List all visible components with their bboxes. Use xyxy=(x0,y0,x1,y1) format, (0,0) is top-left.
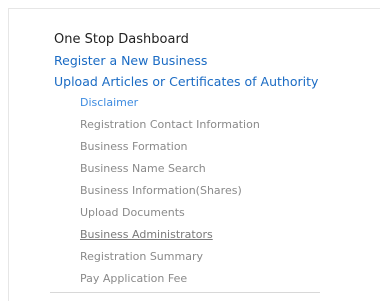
step-disclaimer[interactable]: Disclaimer xyxy=(80,92,318,114)
step-registration-contact-information[interactable]: Registration Contact Information xyxy=(80,114,318,136)
step-item: Upload Documents xyxy=(80,202,318,224)
step-item: Business Administrators xyxy=(80,224,318,246)
nav-item-register: Register a New Business xyxy=(54,50,318,71)
step-business-name-search[interactable]: Business Name Search xyxy=(80,158,318,180)
sidebar-nav: One Stop Dashboard Register a New Busine… xyxy=(54,29,318,290)
upload-articles-link[interactable]: Upload Articles or Certificates of Autho… xyxy=(54,71,318,92)
step-item: Business Name Search xyxy=(80,158,318,180)
step-registration-summary[interactable]: Registration Summary xyxy=(80,246,318,268)
step-item: Business Formation xyxy=(80,136,318,158)
step-item: Business Information(Shares) xyxy=(80,180,318,202)
step-upload-documents[interactable]: Upload Documents xyxy=(80,202,318,224)
nav-item-dashboard: One Stop Dashboard xyxy=(54,29,318,50)
page: One Stop Dashboard Register a New Busine… xyxy=(0,0,380,301)
register-new-business-link[interactable]: Register a New Business xyxy=(54,50,318,71)
divider xyxy=(50,292,320,293)
step-business-administrators[interactable]: Business Administrators xyxy=(80,224,318,246)
nav-item-upload: Upload Articles or Certificates of Autho… xyxy=(54,71,318,290)
step-item: Pay Application Fee xyxy=(80,268,318,290)
dashboard-link[interactable]: One Stop Dashboard xyxy=(54,29,318,50)
step-business-information-shares[interactable]: Business Information(Shares) xyxy=(80,180,318,202)
step-item: Registration Contact Information xyxy=(80,114,318,136)
step-business-formation[interactable]: Business Formation xyxy=(80,136,318,158)
upload-steps-list: Disclaimer Registration Contact Informat… xyxy=(54,92,318,290)
step-item: Disclaimer xyxy=(80,92,318,114)
step-pay-application-fee[interactable]: Pay Application Fee xyxy=(80,268,318,290)
step-item: Registration Summary xyxy=(80,246,318,268)
